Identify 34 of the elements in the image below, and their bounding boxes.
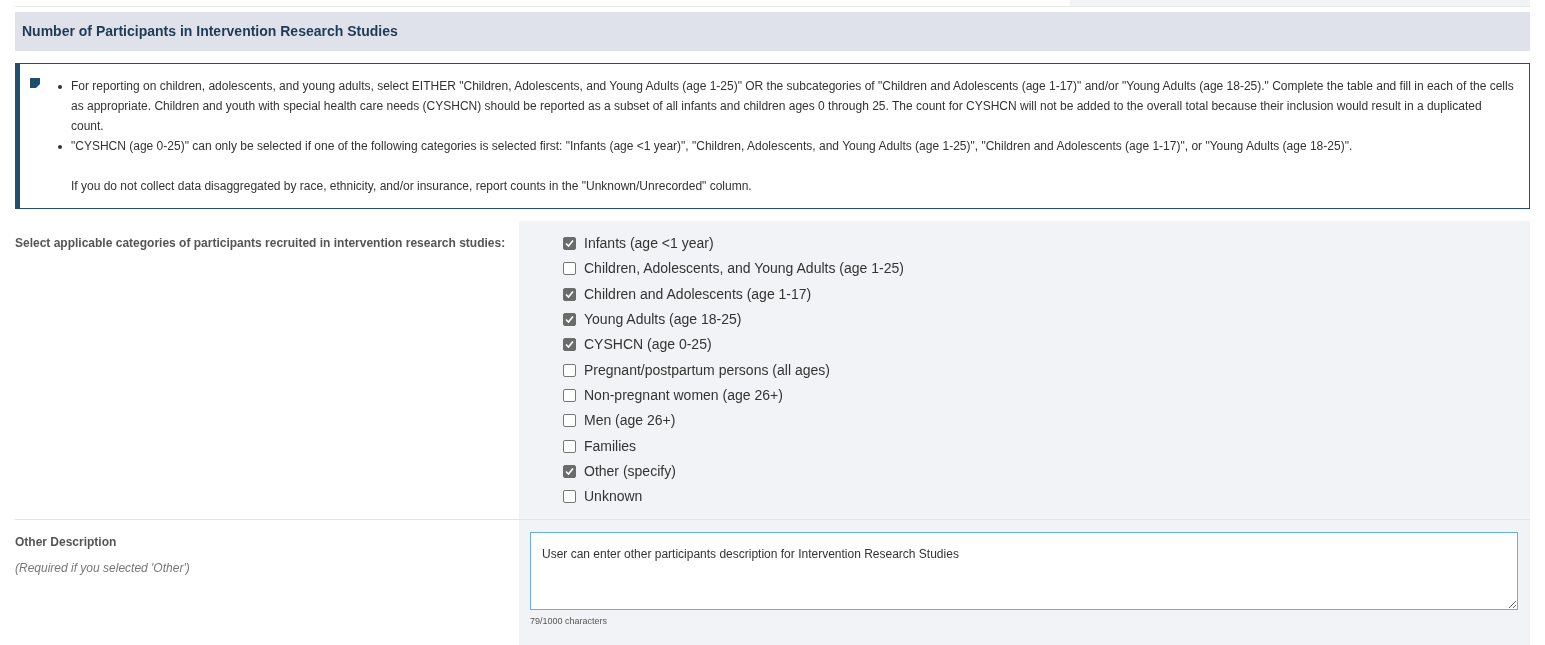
checkbox-label: Children, Adolescents, and Young Adults (age 1-25) [584,259,904,279]
field-label: Select applicable categories of participants recruited in intervention research studies: [15,235,507,252]
field-label: Other Description [15,534,118,552]
checkbox[interactable] [563,237,576,251]
note-icon [30,78,40,88]
checkbox-label: Pregnant/postpartum persons (all ages) [584,360,830,380]
field-hint: (Required if you selected 'Other') [15,560,191,578]
checkbox[interactable] [563,313,576,327]
checkbox-label: Men (age 26+) [584,411,676,431]
checkbox[interactable] [563,439,576,453]
character-counter: 79/1000 characters [530,615,609,629]
bullet-icon [57,85,62,89]
bullet-icon [57,145,62,149]
checkbox-label: Other (specify) [584,461,676,481]
checkbox-label: CYSHCN (age 0-25) [584,335,712,355]
checkbox[interactable] [563,388,576,402]
section-title: Number of Participants in Intervention Research Studies [22,22,398,41]
checkbox-label: Unknown [584,487,643,507]
info-note: If you do not collect data disaggregated by race, ethnicity, and/or insurance, report counts in the "Unknown/Unrecorded" column. [70,178,753,195]
checkbox-label: Families [584,436,637,456]
checkbox[interactable] [563,363,576,377]
checkbox[interactable] [563,287,576,301]
checkbox-label: Young Adults (age 18-25) [584,310,742,330]
checkbox-label: Infants (age <1 year) [584,234,714,254]
checkbox[interactable] [563,464,576,478]
checkbox[interactable] [563,338,576,352]
info-bullet-text: For reporting on children, adolescents, and young adults, select EITHER "Children, Adolescents, and Young Adults (age 1-25)" OR the subcategories of "Children and Adolescents (age 1-17)" and/or "Young Adults (age 18-25)." Complete the table and fill in each of the cells as appropriate. Children and youth with special health care needs (CYSHCN) should be reported as a subset of all infants and children ages 0 through 25. The count for CYSHCN will not be added to the overall total because their inclusion would result in a duplicated count. [71,78,1515,135]
checkbox[interactable] [563,414,576,428]
checkbox[interactable] [563,262,576,276]
info-bullet-text: "CYSHCN (age 0-25)" can only be selected if one of the following categories is selected first: "Infants (age <1 year)", "Children, Adolescents, and Young Adults (age 1-25)", "Children and Adolescents (age 1-17)", or "Young Adults (age 18-25)". [71,138,1353,155]
description-textarea[interactable]: User can enter other participants description for Intervention Research Studies [530,532,1518,611]
checkbox[interactable] [563,490,576,504]
checkbox-label: Children and Adolescents (age 1-17) [584,284,812,304]
checkbox-label: Non-pregnant women (age 26+) [584,385,783,405]
